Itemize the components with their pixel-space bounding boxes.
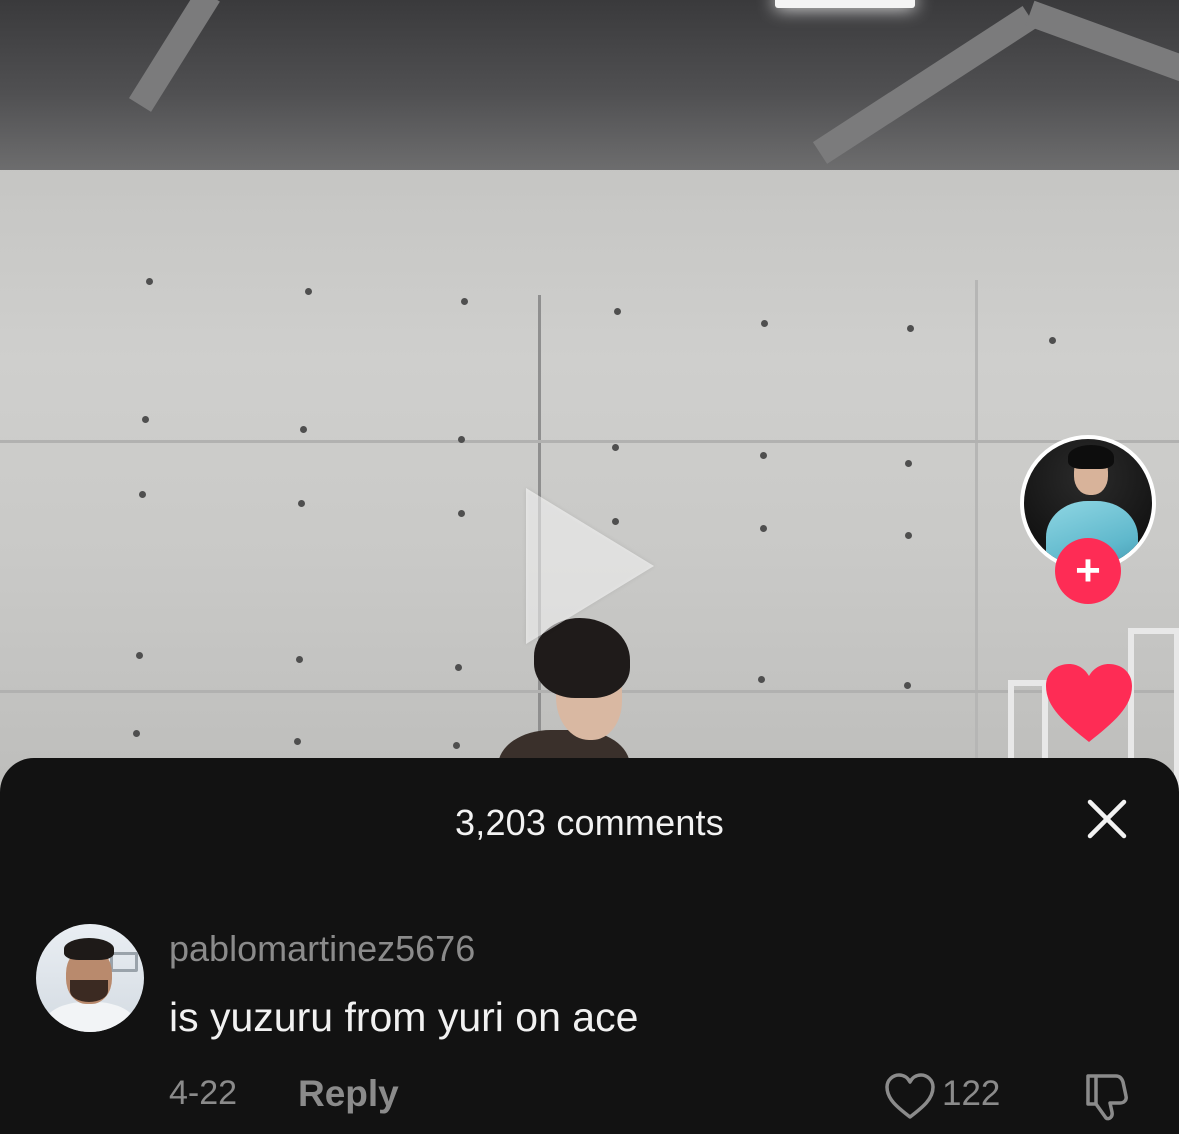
avatar-background-detail <box>110 952 138 972</box>
comments-title: 3,203 comments <box>455 802 724 843</box>
close-button[interactable] <box>1084 796 1130 842</box>
wall-bolt <box>458 510 465 517</box>
wall-bolt <box>461 298 468 305</box>
avatar-beard <box>70 980 108 1002</box>
comment-item: pablomartinez5676 is yuzuru from yuri on… <box>0 920 1179 1134</box>
wall-bolt <box>146 278 153 285</box>
wall-bolt <box>136 652 143 659</box>
reply-button[interactable]: Reply <box>298 1073 399 1115</box>
wall-bolt <box>453 742 460 749</box>
wall-bolt <box>139 491 146 498</box>
ceiling-light <box>775 0 915 8</box>
wall-bolt <box>455 664 462 671</box>
close-icon <box>1087 799 1127 839</box>
comment-date: 4-22 <box>169 1074 238 1112</box>
wall-bolt <box>758 676 765 683</box>
wall-bolt <box>904 682 911 689</box>
play-icon[interactable] <box>526 488 654 644</box>
wall-line <box>0 440 1179 443</box>
wall-bolt <box>142 416 149 423</box>
wall-bolt <box>761 320 768 327</box>
wall-bolt <box>612 444 619 451</box>
heart-filled-icon <box>1046 664 1132 742</box>
thumbs-down-icon <box>1086 1074 1128 1121</box>
comment-like-button[interactable] <box>884 1072 936 1120</box>
plus-icon: + <box>1075 546 1101 595</box>
avatar-hair <box>64 938 114 960</box>
wall-bolt <box>1049 337 1056 344</box>
wall-bolt <box>760 452 767 459</box>
avatar-hair <box>1068 445 1114 469</box>
follow-button[interactable]: + <box>1055 538 1121 604</box>
like-button[interactable] <box>1044 662 1134 744</box>
wall-bolt <box>133 730 140 737</box>
wall-bolt <box>905 460 912 467</box>
wall-bolt <box>305 288 312 295</box>
wall-bolt <box>907 325 914 332</box>
wall-bolt <box>458 436 465 443</box>
heart-outline-icon <box>885 1073 935 1119</box>
wall-bolt <box>298 500 305 507</box>
wall-bolt <box>294 738 301 745</box>
comment-like-count: 122 <box>942 1074 1001 1113</box>
wall-bolt <box>614 308 621 315</box>
avatar-body <box>44 1002 136 1032</box>
video-player[interactable] <box>0 0 1179 800</box>
comment-username[interactable]: pablomartinez5676 <box>169 928 475 970</box>
wall-bolt <box>760 525 767 532</box>
dislike-button[interactable] <box>1080 1070 1134 1124</box>
wall-bolt <box>296 656 303 663</box>
wall-seam <box>975 280 978 760</box>
avatar[interactable] <box>36 924 144 1032</box>
comment-text: is yuzuru from yuri on ace <box>169 994 639 1040</box>
wall-bolt <box>300 426 307 433</box>
wall-bolt <box>905 532 912 539</box>
